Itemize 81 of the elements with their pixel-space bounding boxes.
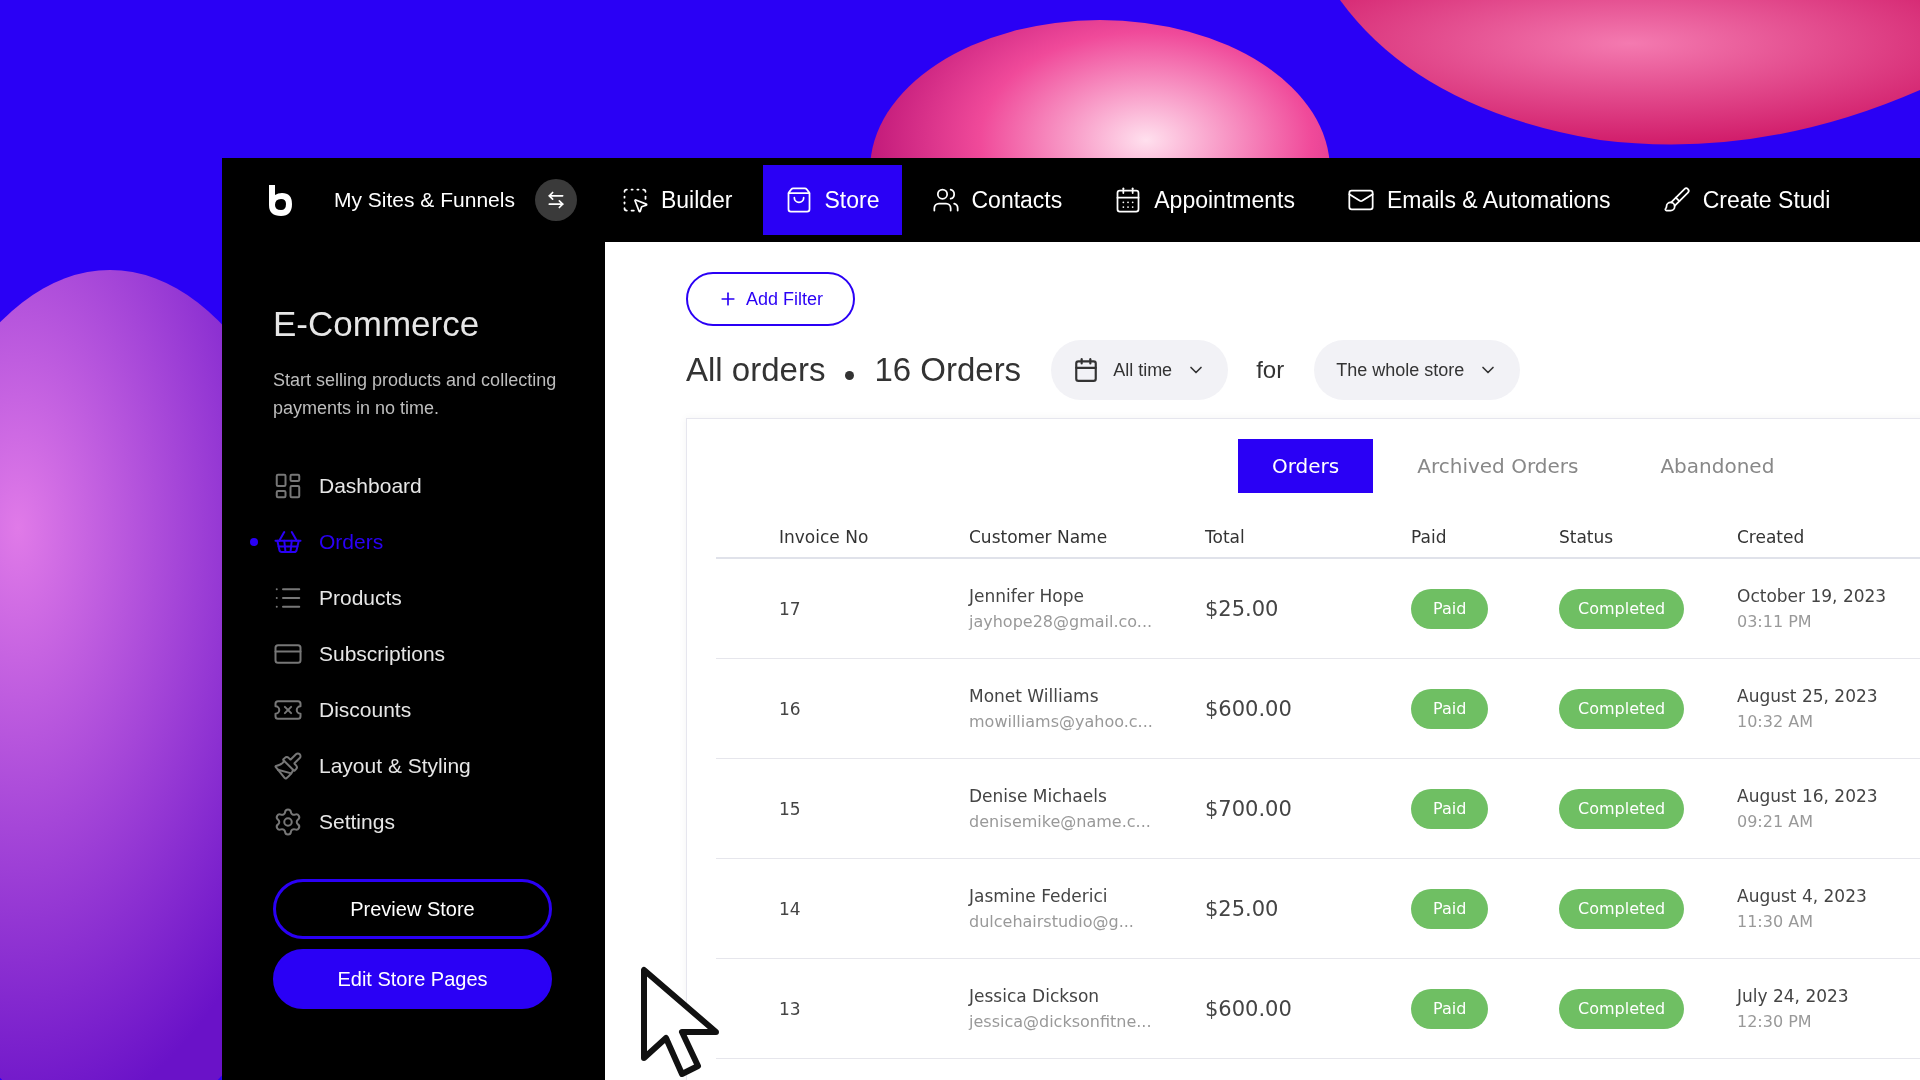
sidebar-description: Start selling products and collecting payments in no time. — [273, 369, 558, 420]
page-title: All orders — [686, 351, 826, 389]
paid-badge: Paid — [1411, 988, 1489, 1029]
paid-badge: Paid — [1411, 688, 1489, 729]
created-date: August 25, 2023 — [1737, 686, 1879, 706]
column-header: Customer Name — [969, 527, 1109, 547]
nav-tab[interactable]: Create Studi — [1640, 165, 1853, 235]
customer-name: Jasmine Federici — [969, 886, 1109, 906]
customer-name: Jennifer Hope — [969, 586, 1085, 606]
sidebar-item[interactable]: Settings — [273, 802, 605, 841]
nav-tab[interactable]: Contacts — [909, 165, 1085, 235]
customer-email: denisemike@name.c... — [969, 812, 1152, 831]
column-header: Total — [1205, 527, 1246, 547]
status-badge: Completed — [1559, 988, 1685, 1029]
column-header: Paid — [1411, 527, 1448, 547]
order-total: $600.00 — [1205, 696, 1293, 721]
paid-badge: Paid — [1411, 888, 1489, 929]
status-badge: Completed — [1559, 588, 1685, 629]
bullet-icon — [845, 370, 855, 380]
customer-email: jayhope28@gmail.co... — [969, 612, 1154, 631]
calendar-icon — [1073, 357, 1100, 383]
column-header: Created — [1737, 527, 1806, 547]
customer-name: Jessica Dickson — [969, 986, 1101, 1006]
sidebar-item[interactable]: Discounts — [273, 690, 605, 729]
order-total: $25.00 — [1205, 896, 1280, 921]
invoice-number: 17 — [779, 598, 802, 619]
order-count: 16 Orders — [874, 351, 1022, 389]
paid-badge: Paid — [1411, 788, 1489, 829]
created-date: July 24, 2023 — [1737, 986, 1850, 1006]
customer-email: jessica@dicksonfitne... — [969, 1012, 1153, 1031]
add-filter-button[interactable]: Add Filter — [686, 272, 856, 326]
customer-email: dulcehairstudio@g... — [969, 912, 1135, 931]
scope-dropdown[interactable]: The whole store — [1314, 340, 1521, 400]
created-date: August 4, 2023 — [1737, 886, 1868, 906]
active-dot-icon — [250, 537, 258, 546]
preview-store-button[interactable]: Preview Store — [273, 879, 552, 939]
status-badge: Completed — [1559, 788, 1685, 829]
created-time: 11:30 AM — [1737, 912, 1814, 931]
nav-tab[interactable]: Emails & Automations — [1324, 165, 1633, 235]
column-header: Status — [1559, 527, 1615, 547]
column-header: Invoice No — [779, 527, 870, 547]
sidebar-item[interactable]: Dashboard — [273, 466, 605, 505]
nav-tab[interactable]: Store — [762, 165, 902, 235]
brush-icon — [1662, 186, 1691, 214]
sidebar-title: E-Commerce — [273, 304, 481, 344]
settings-icon — [273, 806, 303, 837]
status-badge: Completed — [1559, 888, 1685, 929]
orders-tab[interactable]: Abandoned — [1622, 439, 1813, 493]
sidebar-item[interactable]: Subscriptions — [273, 634, 605, 673]
people-icon — [931, 186, 960, 214]
created-date: August 16, 2023 — [1737, 786, 1879, 806]
sidebar-item[interactable]: Layout & Styling — [273, 746, 605, 785]
invoice-number: 16 — [779, 698, 802, 719]
paid-badge: Paid — [1411, 588, 1489, 629]
swap-button[interactable] — [534, 179, 577, 221]
order-total: $700.00 — [1205, 796, 1293, 821]
created-time: 09:21 AM — [1737, 812, 1814, 831]
invoice-number: 13 — [779, 998, 802, 1019]
created-date: October 19, 2023 — [1737, 586, 1888, 606]
for-label: for — [1256, 356, 1285, 384]
brush-icon — [273, 750, 303, 781]
site-switcher[interactable]: My Sites & Funnels — [334, 188, 515, 212]
order-total: $600.00 — [1205, 996, 1293, 1021]
nav-tab[interactable]: Appointments — [1092, 165, 1317, 235]
orders-tab[interactable]: Archived Orders — [1379, 439, 1617, 493]
logo-icon[interactable] — [266, 183, 294, 217]
order-total: $25.00 — [1205, 596, 1280, 621]
created-time: 03:11 PM — [1737, 612, 1813, 631]
created-time: 10:32 AM — [1737, 712, 1814, 731]
edit-store-pages-button[interactable]: Edit Store Pages — [273, 949, 552, 1009]
invoice-number: 15 — [779, 798, 802, 819]
period-dropdown[interactable]: All time — [1051, 340, 1229, 400]
customer-name: Monet Williams — [969, 686, 1100, 706]
created-time: 12:30 PM — [1737, 1012, 1813, 1031]
sidebar-item[interactable]: Products — [273, 578, 605, 617]
orders-tab[interactable]: Orders — [1238, 439, 1374, 493]
nav-tab[interactable]: Builder — [598, 165, 755, 235]
status-badge: Completed — [1559, 688, 1685, 729]
invoice-number: 14 — [779, 898, 802, 919]
customer-email: mowilliams@yahoo.c... — [969, 712, 1154, 731]
customer-name: Denise Michaels — [969, 786, 1108, 806]
